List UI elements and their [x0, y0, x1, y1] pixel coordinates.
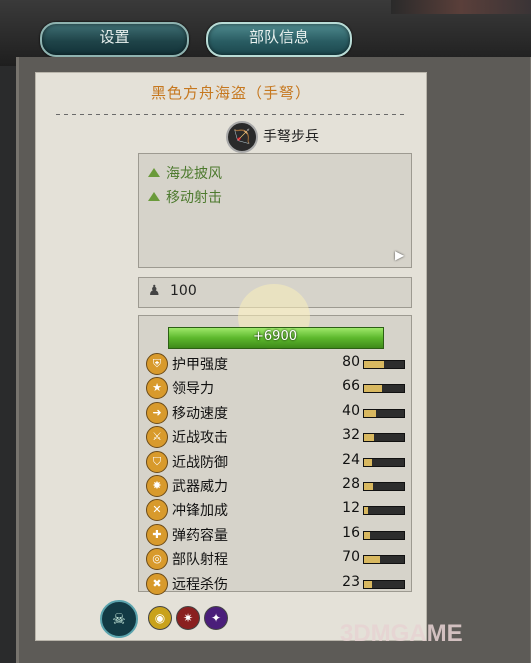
stat-value: 24 — [342, 451, 360, 468]
stat-bar — [363, 457, 405, 467]
leadership-icon: ★ — [146, 377, 168, 400]
stat-name: 冲锋加成 — [172, 503, 228, 520]
ability-item[interactable]: 移动射击 — [148, 187, 222, 207]
stat-row[interactable]: ⚔ 近战攻击 32 — [146, 425, 408, 449]
next-page-icon[interactable]: ▶ — [395, 248, 404, 262]
tab-unit-info[interactable]: 部队信息 — [206, 22, 352, 57]
stat-value: 80 — [342, 354, 360, 370]
stat-row[interactable]: ★ 领导力 66 — [146, 376, 408, 400]
stat-value: 66 — [342, 378, 360, 395]
title-divider — [56, 114, 404, 115]
stat-bar-fill — [364, 556, 380, 564]
stat-bar-fill — [364, 458, 372, 466]
stat-bar — [363, 530, 405, 540]
ability-label: 移动射击 — [166, 190, 222, 206]
ability-label: 海龙披风 — [166, 166, 222, 182]
unit-category-icon[interactable]: ☠ — [100, 600, 138, 638]
stat-value: 40 — [342, 402, 360, 419]
stat-bar — [363, 384, 405, 394]
armor-icon: ⛨ — [146, 353, 168, 375]
stat-row[interactable]: ⛉ 近战防御 24 — [146, 450, 408, 474]
stat-row[interactable]: ⛨ 护甲强度 80 — [146, 352, 408, 376]
ammunition-icon: ✚ — [146, 523, 168, 546]
stat-name: 领导力 — [172, 381, 214, 398]
stat-bar — [363, 579, 405, 589]
speed-icon: ➜ — [146, 401, 168, 424]
stat-value: 70 — [342, 549, 360, 566]
range-icon: ◎ — [146, 548, 168, 571]
unit-type-label: 手弩步兵 — [263, 129, 319, 145]
stat-value: 32 — [342, 427, 360, 444]
stat-bar — [363, 482, 405, 491]
top-decoration — [391, 0, 531, 14]
eye-icon[interactable]: ◉ — [148, 606, 172, 630]
stat-bar-fill — [364, 361, 384, 368]
melee-defense-icon: ⛉ — [146, 450, 168, 473]
fear-icon[interactable]: ✦ — [204, 606, 228, 630]
stat-value: 23 — [342, 573, 360, 590]
tab-settings[interactable]: 设置 — [40, 22, 189, 57]
melee-attack-icon: ⚔ — [146, 426, 168, 449]
stat-bar-fill — [364, 531, 370, 539]
stat-bar-fill — [364, 507, 368, 515]
stat-row[interactable]: ➜ 移动速度 40 — [146, 401, 408, 425]
stat-name: 武器威力 — [172, 479, 228, 495]
stat-name: 近战攻击 — [172, 430, 228, 447]
stat-bar-fill — [364, 580, 372, 588]
stat-value: 16 — [342, 524, 360, 541]
stat-row[interactable]: ✚ 弹药容量 16 — [146, 523, 408, 547]
ability-item[interactable]: 海龙披风 — [148, 163, 222, 183]
stat-bar-fill — [364, 434, 374, 442]
stat-bar — [363, 433, 405, 443]
stat-row[interactable]: ◎ 部队射程 70 — [146, 547, 408, 571]
crossbow-icon: 🏹 — [226, 121, 258, 153]
stat-row[interactable]: ✕ 冲锋加成 12 — [146, 498, 408, 522]
ability-arrow-icon — [148, 168, 160, 177]
bottom-icons: ☠ ◉ ✷ ✦ — [100, 600, 240, 640]
stat-bar — [363, 555, 405, 565]
stat-bar-fill — [364, 385, 382, 393]
stat-row[interactable]: ✸ 武器威力 28 — [146, 474, 408, 498]
stat-name: 护甲强度 — [172, 357, 228, 373]
stat-bar-fill — [364, 409, 376, 417]
flame-icon[interactable]: ✷ — [176, 606, 200, 630]
stat-bar-fill — [364, 483, 373, 490]
watermark-logo: 3DMGAME — [340, 620, 463, 647]
unit-name: 黑色方舟海盗（手弩） — [150, 84, 311, 102]
ability-arrow-icon — [148, 192, 160, 201]
stat-name: 远程杀伤 — [172, 576, 228, 593]
stat-value: 28 — [342, 476, 360, 492]
stat-name: 弹药容量 — [172, 527, 228, 544]
stat-row[interactable]: ✖ 远程杀伤 23 — [146, 572, 408, 596]
soldier-icon: ♟ — [148, 283, 161, 299]
stat-bar — [363, 408, 405, 418]
stat-name: 近战防御 — [172, 454, 228, 471]
weapon-strength-icon: ✸ — [146, 475, 168, 497]
unit-size-value: 100 — [170, 283, 197, 299]
stat-name: 部队射程 — [172, 552, 228, 569]
charge-bonus-icon: ✕ — [146, 499, 168, 522]
stat-value: 12 — [342, 500, 360, 517]
health-value: +6900 — [253, 329, 297, 344]
stat-bar — [363, 506, 405, 516]
stat-name: 移动速度 — [172, 405, 228, 422]
stat-bar — [363, 360, 405, 369]
missile-damage-icon: ✖ — [146, 572, 168, 595]
